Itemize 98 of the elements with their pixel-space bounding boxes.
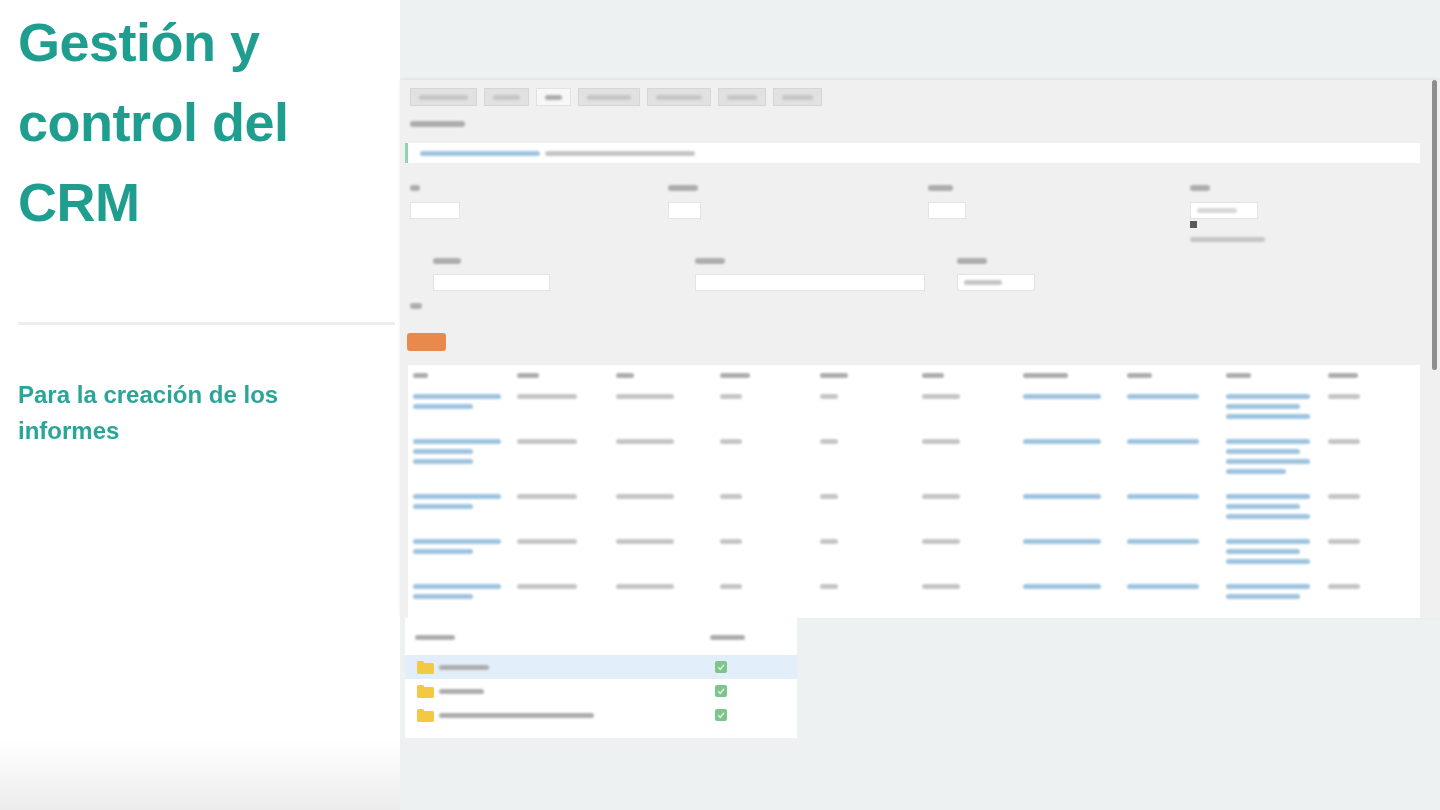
input-field[interactable] bbox=[433, 274, 550, 291]
status-icon bbox=[715, 709, 727, 721]
blurred-text bbox=[720, 539, 742, 544]
blurred-link[interactable] bbox=[413, 584, 501, 599]
tree-item[interactable] bbox=[405, 655, 797, 679]
input-field[interactable] bbox=[928, 202, 966, 219]
blurred-text bbox=[616, 539, 674, 544]
column-header[interactable] bbox=[922, 373, 944, 378]
blurred-link[interactable] bbox=[1226, 494, 1310, 519]
select-field[interactable] bbox=[1190, 202, 1258, 219]
column-header[interactable] bbox=[1328, 373, 1358, 378]
blurred-link[interactable] bbox=[413, 439, 501, 464]
tab[interactable] bbox=[718, 88, 766, 106]
column-header[interactable] bbox=[1226, 373, 1251, 378]
blurred-text bbox=[820, 394, 838, 399]
blurred-text bbox=[517, 494, 577, 499]
blurred-text bbox=[410, 121, 465, 127]
blurred-link[interactable] bbox=[1023, 584, 1101, 589]
column-header[interactable] bbox=[1127, 373, 1152, 378]
slide-subtitle: Para la creación de los informes bbox=[18, 380, 280, 446]
blurred-link[interactable] bbox=[1023, 494, 1101, 499]
blurred-link[interactable] bbox=[1127, 494, 1199, 499]
blurred-link[interactable] bbox=[1023, 439, 1101, 444]
tab[interactable] bbox=[536, 88, 571, 106]
blurred-link[interactable] bbox=[413, 394, 501, 409]
input-field[interactable] bbox=[410, 202, 460, 219]
blurred-text bbox=[616, 394, 674, 399]
blurred-text bbox=[433, 258, 461, 264]
blurred-link[interactable] bbox=[1226, 394, 1310, 419]
tab[interactable] bbox=[410, 88, 477, 106]
slide-title: Gestión y control del CRM bbox=[18, 11, 290, 234]
input-field[interactable] bbox=[668, 202, 701, 219]
blurred-text bbox=[1328, 584, 1360, 589]
blurred-text bbox=[922, 584, 960, 589]
column-header[interactable] bbox=[616, 373, 634, 378]
blurred-text bbox=[410, 185, 420, 191]
blurred-text bbox=[1328, 439, 1360, 444]
blurred-text bbox=[820, 439, 838, 444]
blurred-link[interactable] bbox=[1127, 584, 1199, 589]
blurred-text bbox=[616, 439, 674, 444]
select-field[interactable] bbox=[957, 274, 1035, 291]
blurred-text bbox=[517, 394, 577, 399]
blurred-text bbox=[517, 439, 577, 444]
status-icon bbox=[715, 685, 727, 697]
blurred-text bbox=[820, 539, 838, 544]
blurred-link[interactable] bbox=[1023, 394, 1101, 399]
blurred-text bbox=[928, 185, 953, 191]
blurred-text bbox=[720, 439, 742, 444]
column-header[interactable] bbox=[517, 373, 539, 378]
column-header[interactable] bbox=[710, 635, 745, 640]
folder-icon bbox=[417, 660, 434, 674]
column-header[interactable] bbox=[415, 635, 455, 640]
blurred-text bbox=[517, 539, 577, 544]
blurred-link[interactable] bbox=[1226, 539, 1310, 564]
blurred-text bbox=[517, 584, 577, 589]
blurred-link[interactable] bbox=[1226, 584, 1310, 599]
column-header[interactable] bbox=[720, 373, 750, 378]
status-icon bbox=[715, 661, 727, 673]
blurred-link[interactable] bbox=[1127, 394, 1199, 399]
blurred-text bbox=[922, 539, 960, 544]
blurred-text bbox=[616, 584, 674, 589]
column-header[interactable] bbox=[413, 373, 428, 378]
blurred-link[interactable] bbox=[420, 150, 540, 156]
blurred-link[interactable] bbox=[1127, 539, 1199, 544]
action-button[interactable] bbox=[407, 333, 446, 351]
blurred-text bbox=[720, 394, 742, 399]
blurred-link[interactable] bbox=[1023, 539, 1101, 544]
blurred-text bbox=[410, 303, 422, 309]
tab[interactable] bbox=[773, 88, 822, 106]
tab[interactable] bbox=[578, 88, 640, 106]
blurred-text bbox=[1328, 539, 1360, 544]
blurred-text bbox=[668, 185, 698, 191]
blurred-link[interactable] bbox=[413, 494, 501, 509]
blurred-text bbox=[1190, 185, 1210, 191]
blurred-text bbox=[720, 494, 742, 499]
blurred-text bbox=[616, 494, 674, 499]
blurred-text bbox=[922, 394, 960, 399]
blurred-text bbox=[957, 258, 987, 264]
tab[interactable] bbox=[484, 88, 529, 106]
column-header[interactable] bbox=[1023, 373, 1068, 378]
blurred-text bbox=[922, 439, 960, 444]
folder-icon bbox=[417, 708, 434, 722]
tab[interactable] bbox=[647, 88, 711, 106]
blurred-text bbox=[720, 584, 742, 589]
blurred-text bbox=[820, 494, 838, 499]
column-header[interactable] bbox=[820, 373, 848, 378]
blurred-text bbox=[922, 494, 960, 499]
blurred-text bbox=[820, 584, 838, 589]
blurred-link[interactable] bbox=[1226, 439, 1310, 474]
blurred-link[interactable] bbox=[1127, 439, 1199, 444]
input-field[interactable] bbox=[695, 274, 925, 291]
blurred-text bbox=[1328, 394, 1360, 399]
blurred-text bbox=[1328, 494, 1360, 499]
blurred-link[interactable] bbox=[413, 539, 501, 554]
folder-icon bbox=[417, 684, 434, 698]
checkbox[interactable] bbox=[1190, 221, 1197, 228]
scrollbar-thumb[interactable] bbox=[1432, 80, 1437, 370]
blurred-text bbox=[695, 258, 725, 264]
